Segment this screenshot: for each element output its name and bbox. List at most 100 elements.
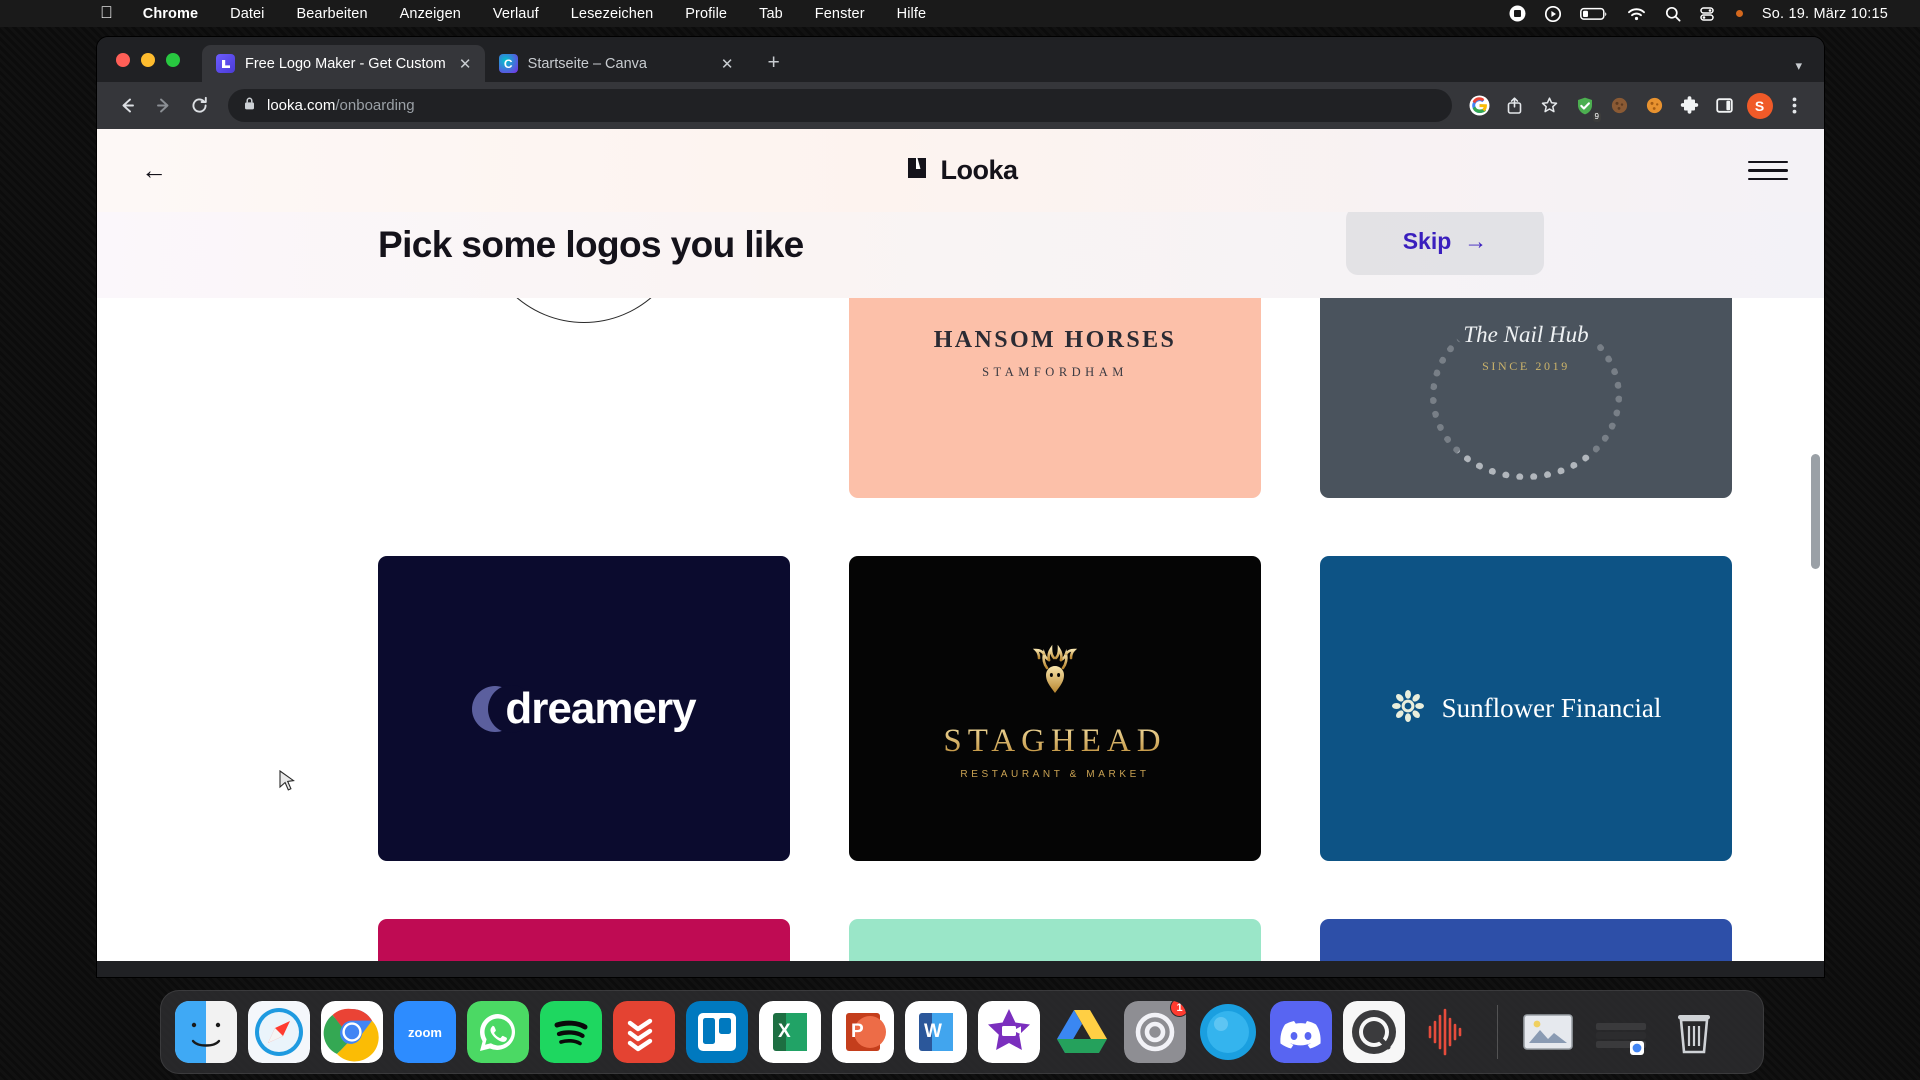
chrome-menu-icon[interactable]: [1779, 90, 1810, 121]
tab-close-icon[interactable]: ✕: [456, 54, 475, 73]
forward-button[interactable]: [147, 89, 180, 122]
google-search-icon[interactable]: [1464, 90, 1495, 121]
logo-card-content: Sunflower Financial: [1391, 689, 1661, 728]
adblock-shield-icon[interactable]: 9: [1569, 90, 1601, 122]
dock-item-quicktime[interactable]: [1343, 1001, 1405, 1063]
logo-card-blue[interactable]: [1320, 919, 1732, 961]
menu-item-anzeigen[interactable]: Anzeigen: [384, 6, 477, 22]
logo-card-dreamery[interactable]: dreamery: [378, 556, 790, 861]
title-row: Pick some logos you like Skip →: [97, 207, 1824, 298]
control-center-icon[interactable]: [1700, 6, 1717, 21]
hamburger-menu-icon[interactable]: [1748, 151, 1788, 191]
screen-record-stop-icon[interactable]: [1509, 5, 1526, 22]
menu-bar-items:  Chrome Datei Bearbeiten Anzeigen Verla…: [0, 4, 942, 23]
dock-item-whatsapp[interactable]: [467, 1001, 529, 1063]
dock-item-app-blue-orb[interactable]: [1197, 1001, 1259, 1063]
logo-card-staghead[interactable]: STAGHEAD RESTAURANT & MARKET: [849, 556, 1261, 861]
reload-button[interactable]: [183, 89, 216, 122]
logo-card-content: The Nail Hub SINCE 2019: [1320, 311, 1732, 480]
dock-item-powerpoint[interactable]: P: [832, 1001, 894, 1063]
dock-item-preview[interactable]: [1517, 1001, 1579, 1063]
dock-divider: [1497, 1005, 1498, 1059]
menu-bar-status-icons: So. 19. März 10:15: [1509, 5, 1920, 22]
extensions-puzzle-icon[interactable]: [1674, 90, 1705, 121]
logo-card-pink[interactable]: [378, 919, 790, 961]
new-tab-button[interactable]: +: [759, 48, 789, 78]
wifi-icon[interactable]: [1627, 7, 1646, 21]
cookie-brown-icon[interactable]: [1604, 90, 1635, 121]
page-scrollbar[interactable]: [1811, 454, 1820, 569]
tab-looka[interactable]: Free Logo Maker - Get Custom ✕: [202, 45, 485, 82]
dock-item-word[interactable]: W: [905, 1001, 967, 1063]
logo-card-mint[interactable]: [849, 919, 1261, 961]
menu-item-lesezeichen[interactable]: Lesezeichen: [555, 6, 670, 22]
skip-label: Skip: [1402, 227, 1452, 254]
share-icon[interactable]: [1499, 90, 1530, 121]
back-button[interactable]: [111, 89, 144, 122]
minimize-button[interactable]: [141, 52, 155, 67]
macos-dock: zoom X P W 1: [160, 990, 1764, 1074]
dock-item-todoist[interactable]: [613, 1001, 675, 1063]
tab-close-icon[interactable]: ✕: [718, 54, 737, 73]
skip-button[interactable]: Skip →: [1346, 207, 1544, 275]
lock-icon: [243, 96, 256, 115]
dock-item-safari[interactable]: [248, 1001, 310, 1063]
looka-brand[interactable]: Looka: [903, 155, 1018, 186]
tab-strip: Free Logo Maker - Get Custom ✕ C Startse…: [97, 37, 1824, 82]
dock-item-excel[interactable]: X: [759, 1001, 821, 1063]
cookie-orange-icon[interactable]: [1639, 90, 1670, 121]
stag-head-icon: [1018, 644, 1092, 716]
logo-card-name: dreamery: [505, 683, 696, 733]
play-circle-icon[interactable]: [1544, 5, 1561, 22]
dock-item-zoom[interactable]: zoom: [394, 1001, 456, 1063]
menu-item-hilfe[interactable]: Hilfe: [881, 6, 943, 22]
menu-item-profile[interactable]: Profile: [669, 6, 743, 22]
logo-card-name: HANSOM HORSES: [933, 326, 1177, 353]
menu-item-verlauf[interactable]: Verlauf: [477, 6, 555, 22]
dock-item-trello[interactable]: [686, 1001, 748, 1063]
arrow-right-icon: →: [1464, 227, 1488, 254]
chevron-down-icon[interactable]: ▾: [1795, 58, 1802, 74]
menu-item-datei[interactable]: Datei: [214, 6, 280, 22]
apple-icon[interactable]: : [100, 4, 127, 23]
dock-item-google-drive[interactable]: [1051, 1001, 1113, 1063]
dock-item-system-settings[interactable]: 1: [1124, 1001, 1186, 1063]
dock-item-downloads-stack[interactable]: [1590, 1001, 1652, 1063]
menu-item-chrome[interactable]: Chrome: [127, 6, 214, 22]
looka-onboarding-page: ← Looka Pick some logos you like Skip →: [97, 129, 1824, 961]
dotted-arc-decoration: [1430, 311, 1622, 480]
dock-item-imovie[interactable]: [978, 1001, 1040, 1063]
search-icon[interactable]: [1665, 6, 1681, 22]
dock-item-finder[interactable]: [175, 1001, 237, 1063]
logo-card-tagline: STAMFORDHAM: [982, 364, 1128, 379]
menu-item-fenster[interactable]: Fenster: [799, 6, 881, 22]
dock-item-audio-waveform[interactable]: [1416, 1001, 1478, 1063]
profile-avatar[interactable]: S: [1744, 90, 1775, 121]
side-panel-icon[interactable]: [1709, 90, 1740, 121]
menu-bar-clock[interactable]: So. 19. März 10:15: [1762, 6, 1888, 22]
menu-item-tab[interactable]: Tab: [743, 6, 799, 22]
mouse-cursor: [279, 769, 296, 799]
logo-card-sunflower-financial[interactable]: Sunflower Financial: [1320, 556, 1732, 861]
logo-card-content: dreamery: [472, 683, 697, 734]
address-bar[interactable]: looka.com/onboarding: [228, 89, 1452, 122]
avatar-initial: S: [1746, 92, 1773, 119]
dock-item-trash[interactable]: [1663, 1001, 1725, 1063]
battery-icon[interactable]: [1579, 7, 1608, 21]
window-traffic-lights: [116, 37, 202, 82]
page-back-button[interactable]: ←: [133, 150, 175, 192]
dock-item-chrome[interactable]: [321, 1001, 383, 1063]
tab-title: Free Logo Maker - Get Custom: [245, 55, 446, 72]
dock-item-discord[interactable]: [1270, 1001, 1332, 1063]
tab-canva[interactable]: C Startseite – Canva ✕: [485, 45, 747, 82]
close-button[interactable]: [116, 52, 130, 67]
adblock-count-badge: 9: [1592, 112, 1601, 122]
dock-label-zoom: zoom: [408, 1024, 442, 1040]
url-text: looka.com/onboarding: [267, 97, 415, 114]
maximize-button[interactable]: [166, 52, 180, 67]
bookmark-star-icon[interactable]: [1534, 90, 1565, 121]
menu-item-bearbeiten[interactable]: Bearbeiten: [281, 6, 384, 22]
status-indicator-dot: [1735, 10, 1743, 17]
browser-toolbar: looka.com/onboarding 9 S: [97, 82, 1824, 129]
dock-item-spotify[interactable]: [540, 1001, 602, 1063]
